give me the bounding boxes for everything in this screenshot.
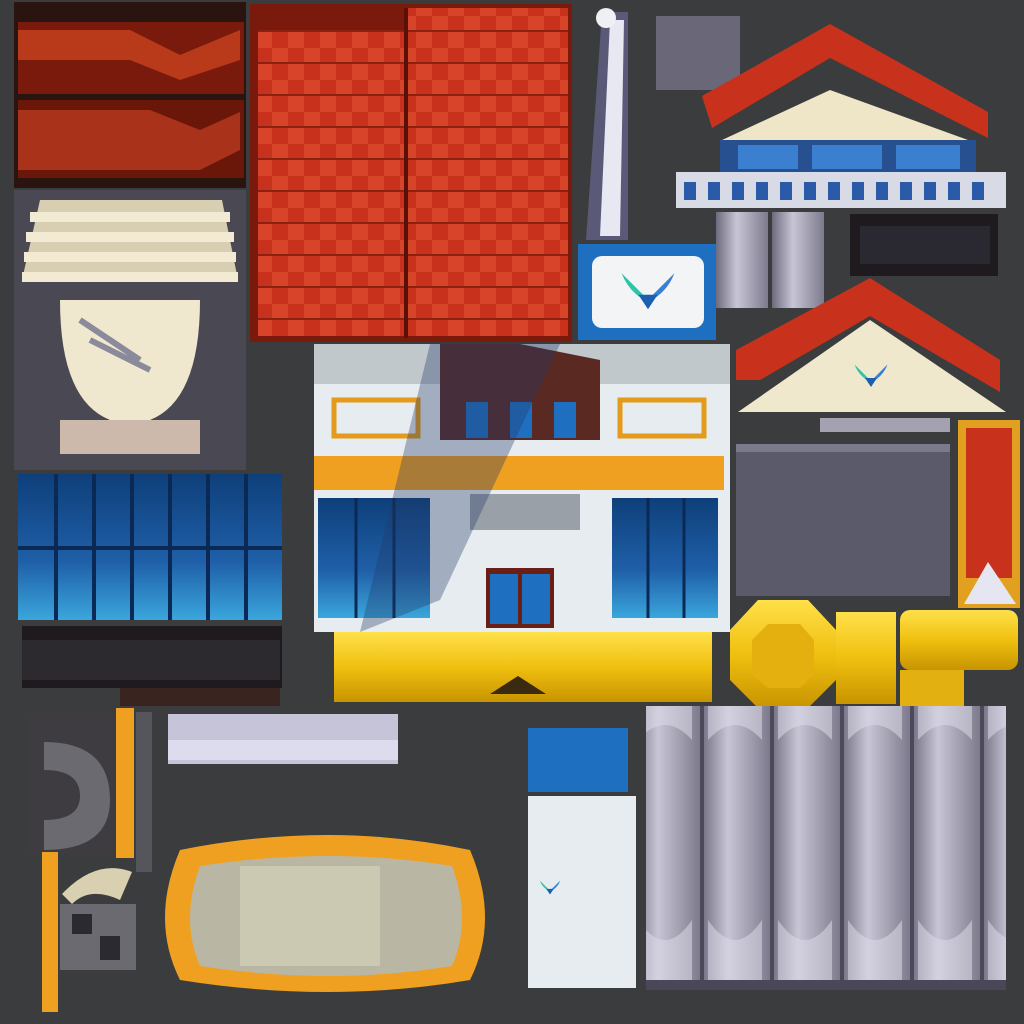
lavender-beam xyxy=(168,714,398,764)
blue-wing-side-panel xyxy=(528,728,636,988)
small-pillars xyxy=(716,212,824,308)
gym-sign-panel xyxy=(578,244,716,340)
column-curtain-wall xyxy=(646,706,1006,990)
flag-pole-tile xyxy=(586,8,628,240)
dark-panel-strip xyxy=(850,214,998,276)
gold-octagon-emblem xyxy=(730,600,836,708)
main-gym-facade xyxy=(314,344,730,632)
gold-pipe-tile xyxy=(836,610,1018,710)
gray-wall-panel xyxy=(736,444,950,596)
red-roof-tile xyxy=(250,4,572,342)
small-house-facade xyxy=(656,16,1006,208)
horseshoe-arch-tile xyxy=(30,714,114,854)
orange-rim-pad xyxy=(165,835,485,992)
brick-roof-tile xyxy=(14,2,246,188)
mini-parts-cluster xyxy=(60,868,136,970)
texture-atlas xyxy=(14,2,1020,1012)
yellow-awning-band xyxy=(334,632,712,702)
blue-glass-window-tile xyxy=(18,474,282,620)
red-banner-tile xyxy=(958,420,1020,608)
stair-lamp-tile xyxy=(14,190,246,470)
dark-base-strip-tile xyxy=(22,626,282,706)
